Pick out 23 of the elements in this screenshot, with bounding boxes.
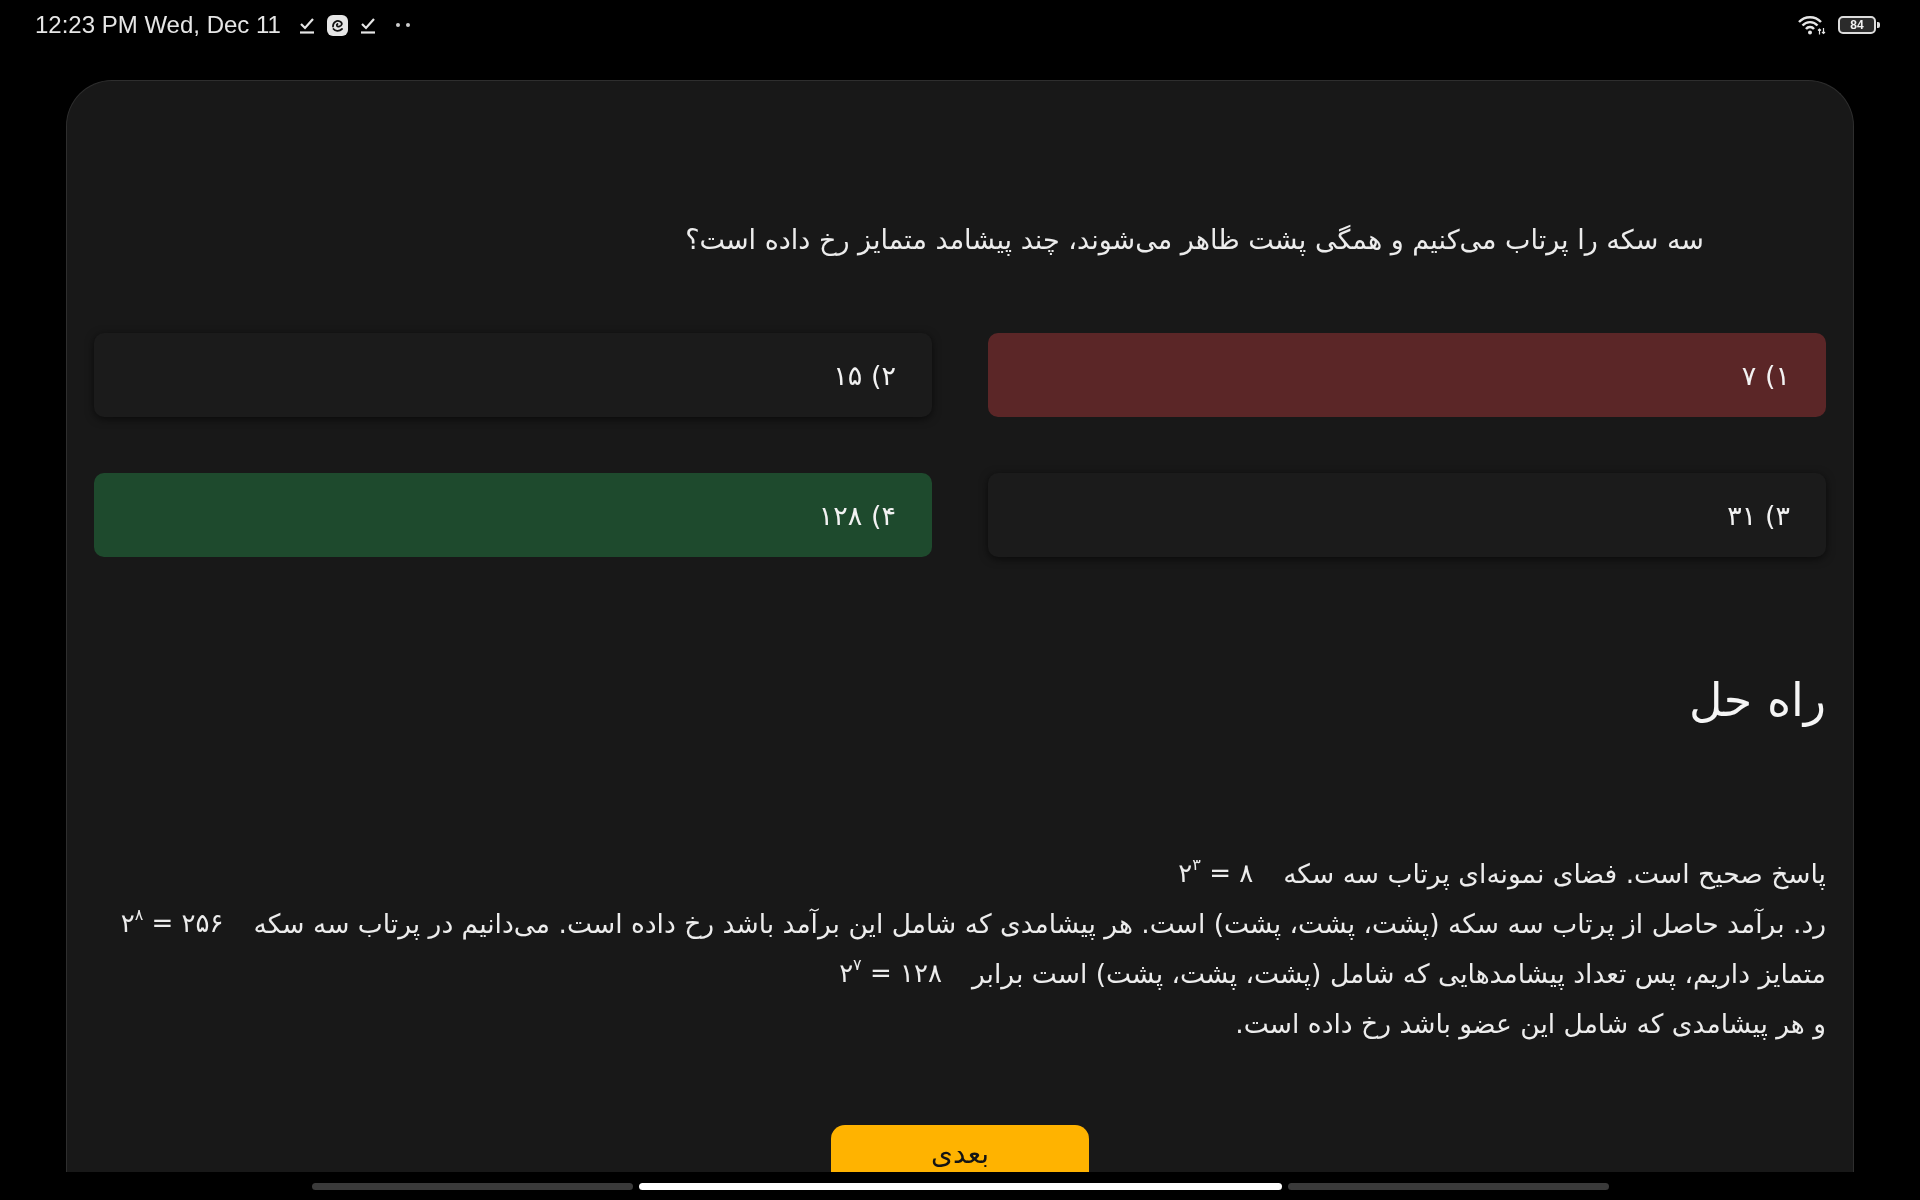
solution-text: رد. برآمد حاصل از پرتاب سه سکه (پشت، پشت، پشت) است. هر پیشامدی که شامل این برآمد باشد رخ داده است. می‌دانیم در پرتاب سه سکه xyxy=(253,907,1826,939)
next-button[interactable]: بعدی xyxy=(831,1125,1089,1172)
math-formula: ۲$^{۷}$ = ۱۲۸ xyxy=(839,958,942,988)
math-formula: ۲$^{۸}$ = ۲۵۶ xyxy=(120,908,224,938)
answer-option[interactable]: ۱) ۷ xyxy=(988,333,1826,417)
solution-text: متمایز داریم، پس تعداد پیشامدهایی که شامل (پشت، پشت، پشت) است برابر xyxy=(971,957,1826,989)
navigation-handle[interactable] xyxy=(1287,1182,1609,1190)
check-underline-icon xyxy=(298,16,315,34)
answer-option[interactable]: ۴) ۱۲۸ xyxy=(94,473,932,557)
check-underline-icon xyxy=(359,16,376,34)
question-text: سه سکه را پرتاب می‌کنیم و همگی پشت ظاهر می‌شوند، چند پیشامد متمایز رخ داده است؟ xyxy=(684,223,1705,258)
answer-option[interactable]: ۲) ۱۵ xyxy=(94,333,932,417)
navigation-handle[interactable] xyxy=(311,1182,633,1190)
solution-heading: راه حل xyxy=(1688,672,1826,729)
solution-text: پاسخ صحیح است. فضای نمونه‌ای پرتاب سه سکه xyxy=(1283,857,1826,889)
app-icon xyxy=(326,14,348,36)
status-time: 12:23 PM Wed, Dec 11 xyxy=(35,11,281,39)
navigation-handle[interactable] xyxy=(638,1182,1282,1190)
dots-icon xyxy=(395,23,410,27)
solution-text: و هر پیشامدی که شامل این عضو باشد رخ داده است. xyxy=(1235,1007,1826,1039)
wifi-icon xyxy=(1798,15,1826,35)
math-formula: ۲$^{۳}$ = ۸ xyxy=(1178,858,1254,888)
answer-option[interactable]: ۳) ۳۱ xyxy=(988,473,1826,557)
